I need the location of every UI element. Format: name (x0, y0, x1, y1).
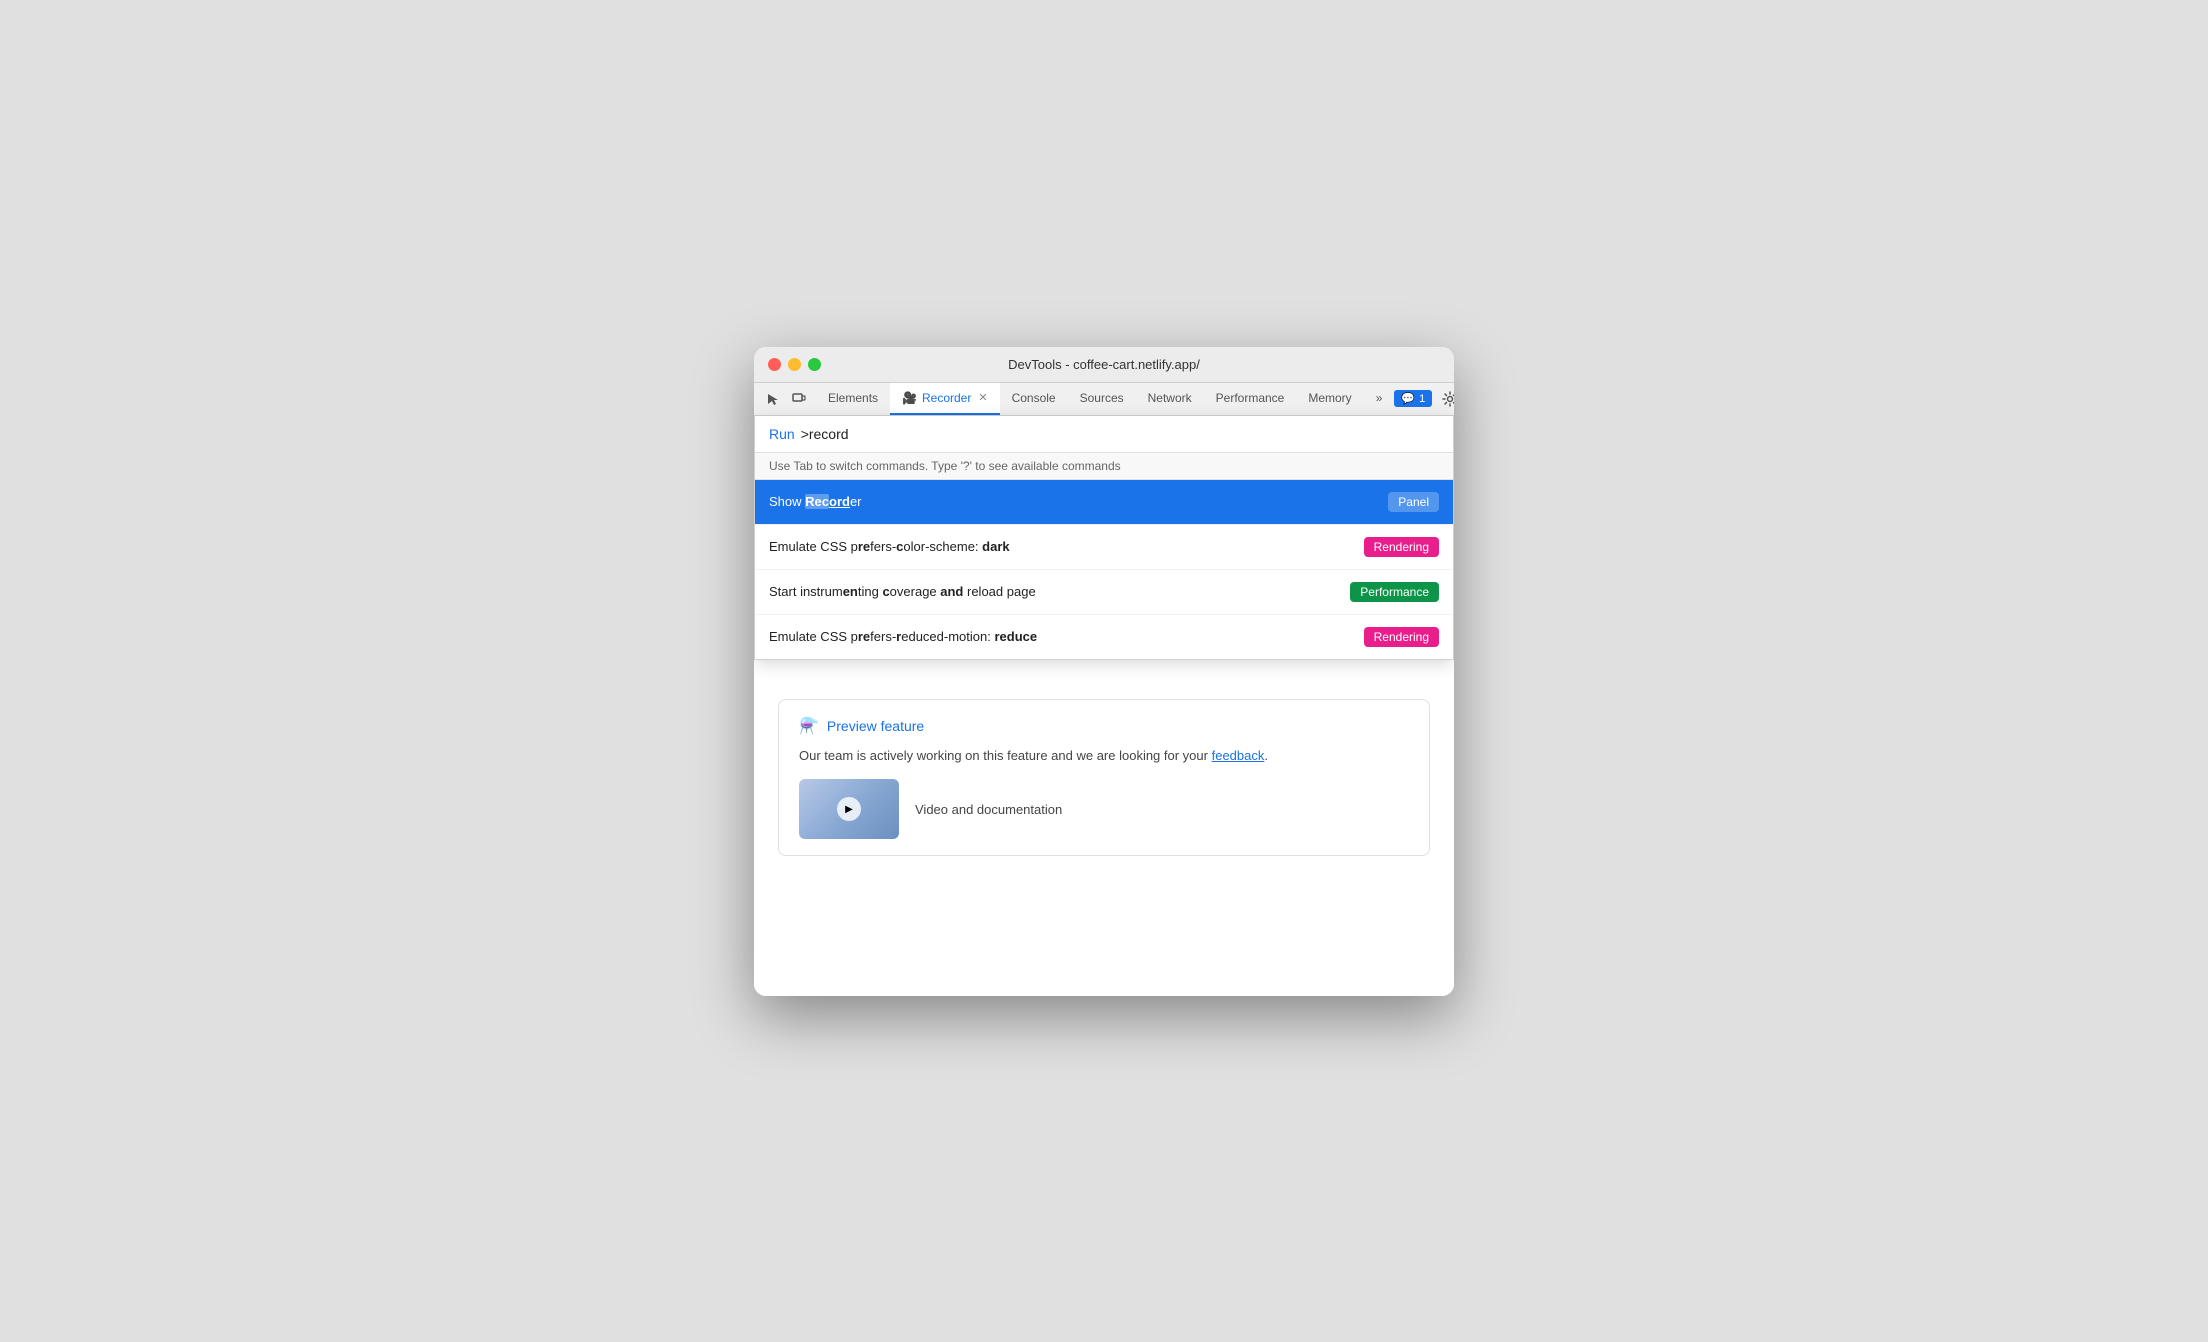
window-title: DevTools - coffee-cart.netlify.app/ (1008, 357, 1200, 372)
preview-feature-box: ⚗️ Preview feature Our team is actively … (778, 699, 1430, 857)
tab-elements[interactable]: Elements (816, 383, 890, 415)
tab-network[interactable]: Network (1136, 383, 1204, 415)
tab-more[interactable]: » (1364, 383, 1395, 415)
maximize-button[interactable] (808, 358, 821, 371)
command-item-coverage[interactable]: Start instrumenting coverage and reload … (755, 570, 1453, 615)
feedback-link[interactable]: feedback (1212, 748, 1265, 763)
device-icon[interactable] (788, 388, 810, 410)
tab-bar: Elements 🎥 Recorder ✕ Console Sources Ne… (754, 383, 1454, 416)
command-label-reduced-motion: Emulate CSS prefers-reduced-motion: redu… (769, 629, 1037, 644)
command-hint: Use Tab to switch commands. Type '?' to … (755, 453, 1453, 480)
run-label: Run (769, 426, 795, 442)
command-input-row: Run >record (755, 416, 1453, 453)
command-item-reduced-motion[interactable]: Emulate CSS prefers-reduced-motion: redu… (755, 615, 1453, 659)
feedback-badge[interactable]: 💬 1 (1394, 390, 1432, 407)
preview-title: Preview feature (827, 718, 924, 734)
tab-close-icon[interactable]: ✕ (978, 391, 987, 404)
preview-header: ⚗️ Preview feature (799, 716, 1409, 736)
video-title: Video and documentation (915, 802, 1062, 817)
tab-performance[interactable]: Performance (1204, 383, 1297, 415)
video-thumbnail[interactable]: ▶ (799, 779, 899, 839)
preview-media: ▶ Video and documentation (799, 779, 1409, 839)
command-label-css-dark: Emulate CSS prefers-color-scheme: dark (769, 539, 1010, 554)
rendering-badge-1: Rendering (1364, 537, 1439, 557)
command-palette: Run >record Use Tab to switch commands. … (754, 416, 1454, 660)
close-button[interactable] (768, 358, 781, 371)
recorder-icon: 🎥 (902, 391, 917, 405)
tab-memory[interactable]: Memory (1296, 383, 1363, 415)
settings-button[interactable] (1436, 385, 1454, 413)
title-bar: DevTools - coffee-cart.netlify.app/ (754, 347, 1454, 383)
traffic-lights (768, 358, 821, 371)
main-content: + No recordings Send feedback Measure pe… (754, 416, 1454, 996)
tab-console[interactable]: Console (1000, 383, 1068, 415)
command-label-show-recorder: Show Recorder (769, 494, 862, 509)
flask-icon: ⚗️ (799, 716, 819, 736)
command-item-css-dark[interactable]: Emulate CSS prefers-color-scheme: dark R… (755, 525, 1453, 570)
tab-recorder[interactable]: 🎥 Recorder ✕ (890, 383, 1000, 415)
performance-badge: Performance (1350, 582, 1439, 602)
command-item-show-recorder[interactable]: Show Recorder Panel (755, 480, 1453, 525)
command-input-value[interactable]: >record (801, 426, 849, 442)
tab-sources[interactable]: Sources (1068, 383, 1136, 415)
rendering-badge-2: Rendering (1364, 627, 1439, 647)
command-label-coverage: Start instrumenting coverage and reload … (769, 584, 1036, 599)
tab-controls (762, 388, 810, 410)
tab-right-actions: 💬 1 (1394, 385, 1454, 413)
panel-badge: Panel (1388, 492, 1439, 512)
play-icon: ▶ (837, 797, 861, 821)
cursor-icon[interactable] (762, 388, 784, 410)
minimize-button[interactable] (788, 358, 801, 371)
preview-description: Our team is actively working on this fea… (799, 746, 1409, 766)
chat-icon: 💬 (1401, 392, 1415, 405)
devtools-window: DevTools - coffee-cart.netlify.app/ Elem… (754, 347, 1454, 996)
